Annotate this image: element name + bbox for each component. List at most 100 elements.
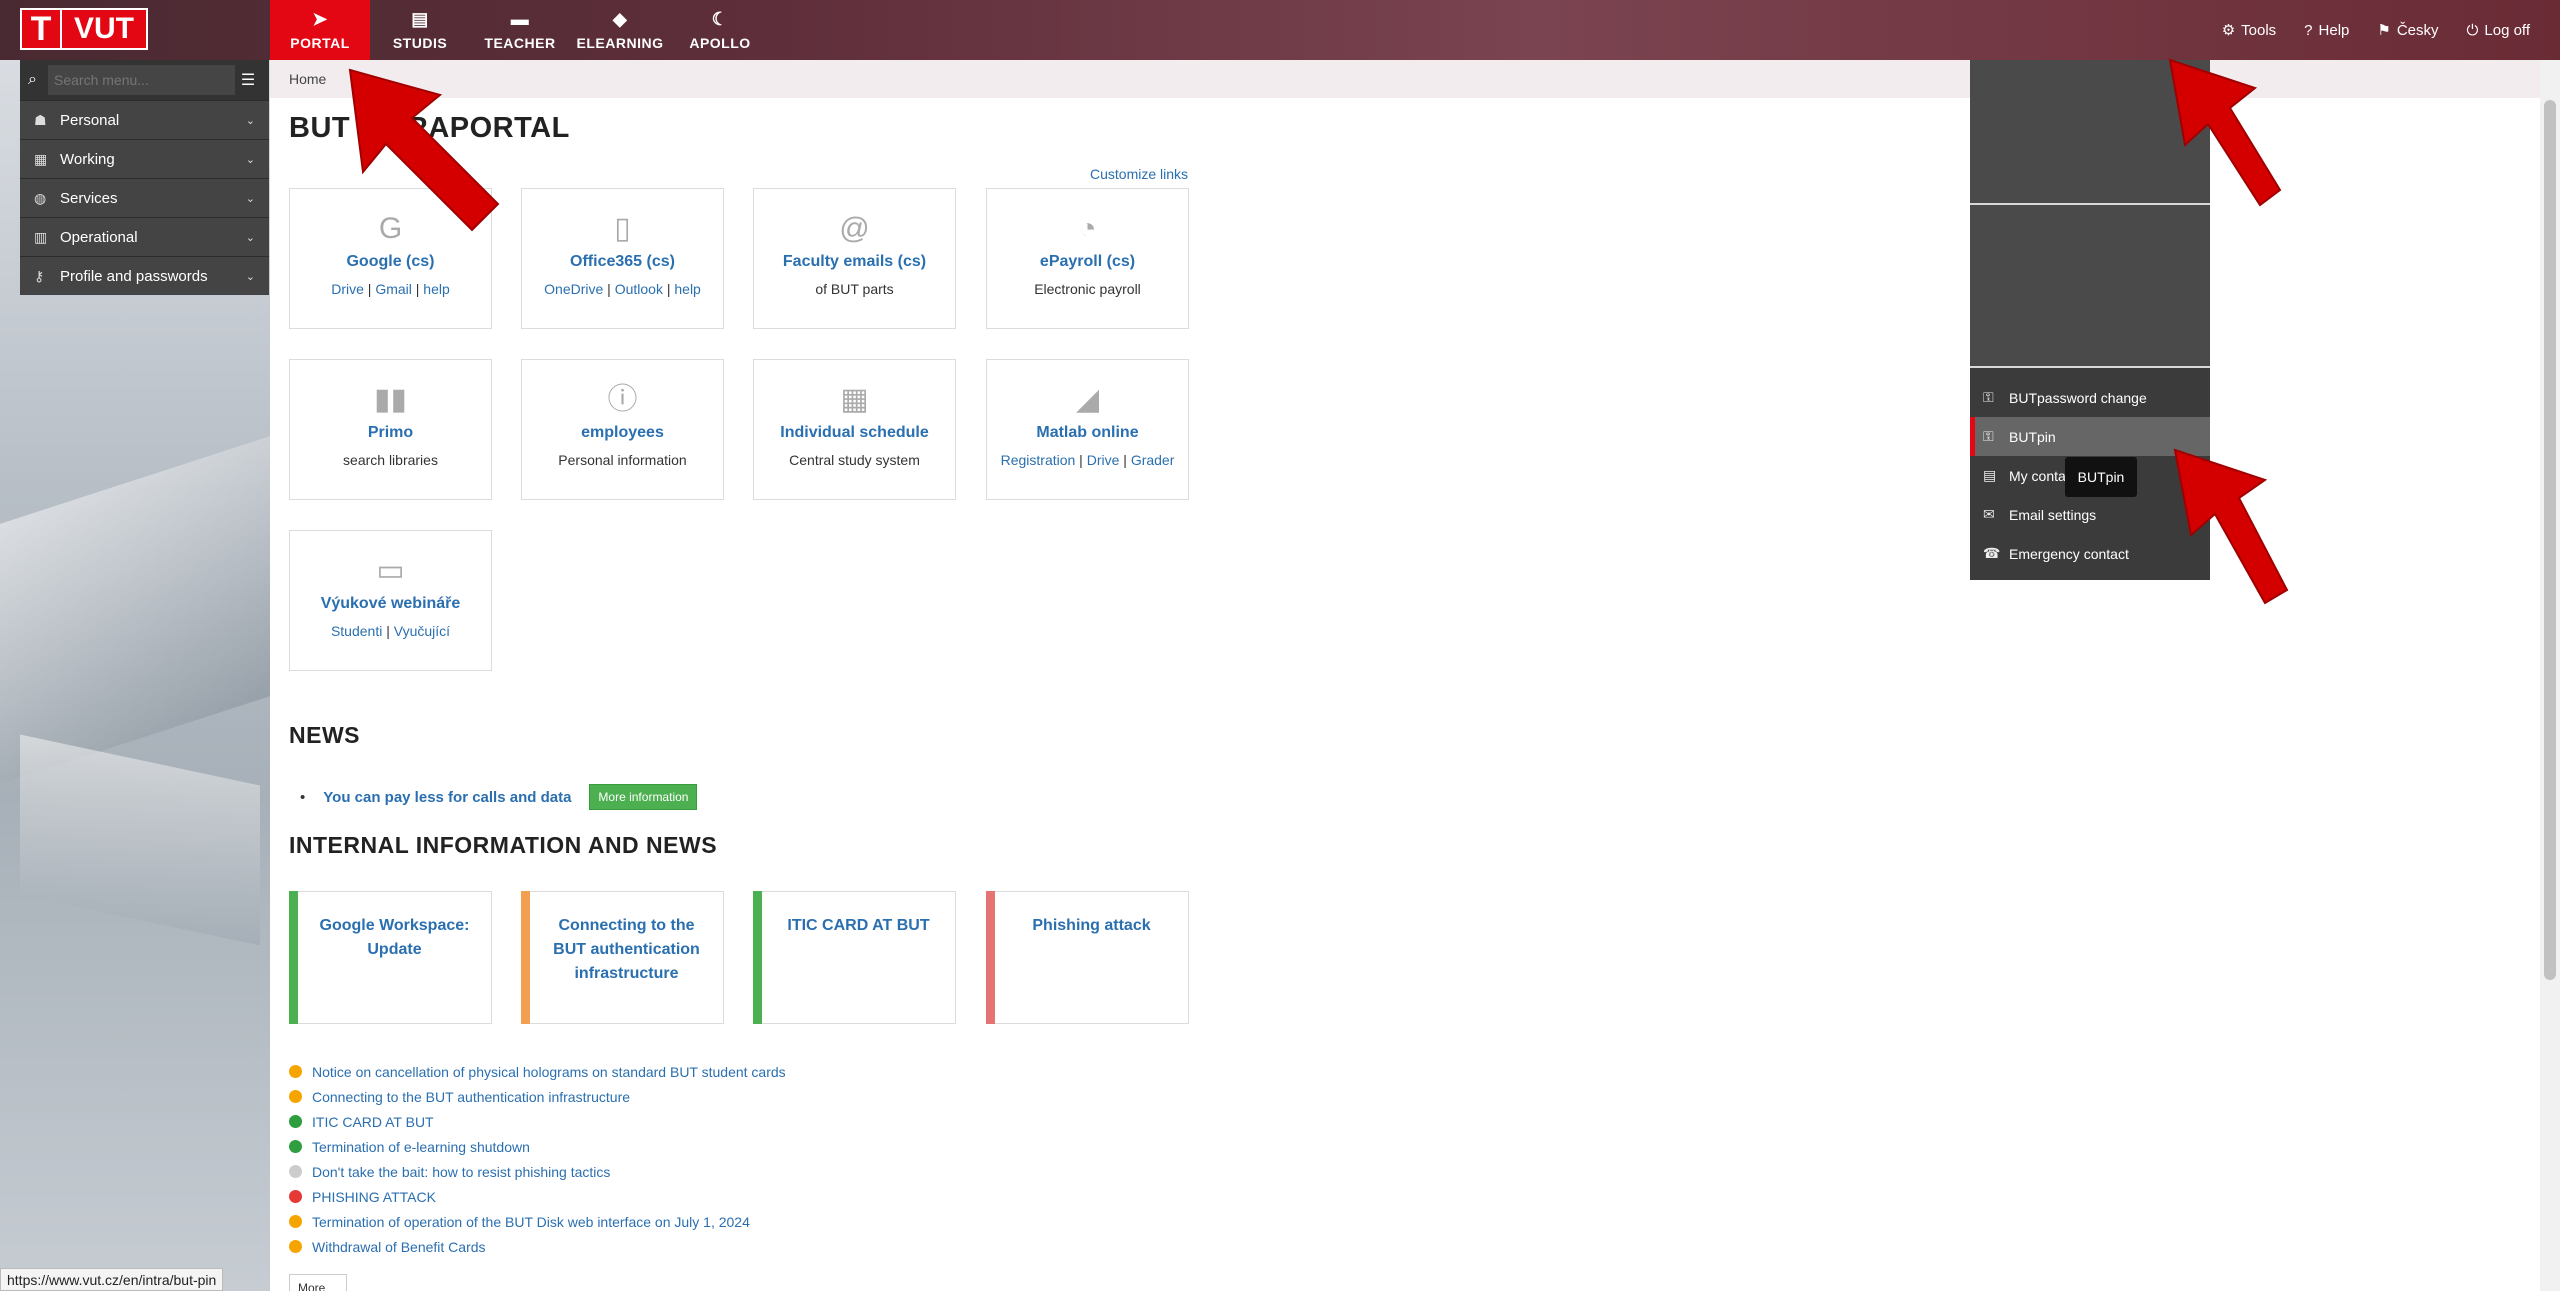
list-item[interactable]: Termination of e-learning shutdown	[289, 1134, 786, 1159]
tile-link-help[interactable]: help	[423, 281, 449, 297]
contact-card-icon: ▤	[1983, 467, 1997, 483]
dropdown-item-label: Emergency contact	[2009, 545, 2129, 562]
customize-links[interactable]: Customize links	[1090, 166, 1188, 182]
internal-news-list: Notice on cancellation of physical holog…	[289, 1059, 786, 1259]
card-title[interactable]: Phishing attack	[1032, 914, 1150, 1023]
list-item-text[interactable]: Connecting to the BUT authentication inf…	[312, 1089, 630, 1105]
status-url: https://www.vut.cz/en/intra/but-pin	[0, 1268, 224, 1291]
tile-link-help[interactable]: help	[674, 281, 700, 297]
tile-matlab[interactable]: ◢ Matlab online Registration | Drive | G…	[986, 359, 1189, 500]
tile-link-gmail[interactable]: Gmail	[375, 281, 412, 297]
tile-individual-schedule[interactable]: ▦ Individual schedule Central study syst…	[753, 359, 956, 500]
list-item[interactable]: Notice on cancellation of physical holog…	[289, 1059, 786, 1084]
logoff-button[interactable]: ⏻ Log off	[2467, 22, 2530, 39]
list-item[interactable]: Withdrawal of Benefit Cards	[289, 1234, 786, 1259]
menu-toggle-icon[interactable]: ☰	[235, 70, 261, 90]
office-icon: ▯	[614, 212, 631, 245]
nav-elearning[interactable]: ◆ ELEARNING	[570, 0, 670, 60]
list-item[interactable]: ITIC CARD AT BUT	[289, 1109, 786, 1134]
tile-link-drive[interactable]: Drive	[1087, 452, 1120, 468]
tile-title[interactable]: Google (cs)	[290, 253, 491, 271]
question-icon: ?	[2304, 21, 2313, 39]
list-item-text[interactable]: PHISHING ATTACK	[312, 1189, 436, 1205]
matlab-icon: ◢	[1075, 383, 1100, 416]
card-itic[interactable]: ITIC CARD AT BUT	[753, 891, 956, 1024]
tile-link-vyucujici[interactable]: Vyučující	[394, 623, 450, 639]
tile-title[interactable]: Faculty emails (cs)	[754, 253, 955, 271]
sidebar-item-working[interactable]: ▦ Working ⌄	[20, 139, 269, 178]
dropdown-item-password-change[interactable]: ⚿ BUTpassword change	[1970, 378, 2210, 417]
tile-link-onedrive[interactable]: OneDrive	[544, 281, 603, 297]
tile-link-registration[interactable]: Registration	[1001, 452, 1076, 468]
card-authentication[interactable]: Connecting to the BUT authentication inf…	[521, 891, 724, 1024]
tile-links: Registration | Drive | Grader	[1000, 452, 1175, 468]
envelope-icon: ✉	[1983, 506, 1995, 522]
sidebar-item-label: Profile and passwords	[60, 267, 208, 285]
tile-faculty-emails[interactable]: @ Faculty emails (cs) of BUT parts	[753, 188, 956, 329]
breadcrumb-home[interactable]: Home	[289, 71, 326, 87]
building-shape	[0, 436, 270, 784]
nav-studis[interactable]: ▤ STUDIS	[370, 0, 470, 60]
list-item[interactable]: Don't take the bait: how to resist phish…	[289, 1159, 786, 1184]
card-title[interactable]: ITIC CARD AT BUT	[787, 914, 929, 1023]
sidebar-item-personal[interactable]: ☗ Personal ⌄	[20, 100, 269, 139]
vut-logo[interactable]: T VUT	[20, 8, 148, 50]
help-button[interactable]: ? Help	[2304, 22, 2349, 39]
sidebar-item-profile[interactable]: ⚷ Profile and passwords ⌄	[20, 256, 269, 295]
list-item-text[interactable]: Don't take the bait: how to resist phish…	[312, 1164, 610, 1180]
list-item-text[interactable]: Termination of operation of the BUT Disk…	[312, 1214, 750, 1230]
globe-icon: ◍	[34, 189, 47, 206]
tile-employees[interactable]: ⓘ employees Personal information	[521, 359, 724, 500]
news-link[interactable]: You can pay less for calls and data	[323, 789, 571, 806]
tile-title[interactable]: Matlab online	[987, 424, 1188, 442]
card-google-workspace[interactable]: Google Workspace: Update	[289, 891, 492, 1024]
sidebar-item-services[interactable]: ◍ Services ⌄	[20, 178, 269, 217]
search-input[interactable]	[48, 65, 235, 95]
more-information-button[interactable]: More information	[589, 784, 698, 810]
card-title[interactable]: Google Workspace: Update	[310, 914, 479, 1023]
language-button[interactable]: ⚑ Česky	[2377, 21, 2438, 40]
tile-link-drive[interactable]: Drive	[331, 281, 364, 297]
tooltip: BUTpin	[2065, 457, 2137, 497]
sidebar-item-operational[interactable]: ▥ Operational ⌄	[20, 217, 269, 256]
list-item[interactable]: Termination of operation of the BUT Disk…	[289, 1209, 786, 1234]
list-item-text[interactable]: Withdrawal of Benefit Cards	[312, 1239, 486, 1255]
nav-apollo[interactable]: ☾ APOLLO	[670, 0, 770, 60]
tile-title[interactable]: Individual schedule	[754, 424, 955, 442]
card-title[interactable]: Connecting to the BUT authentication inf…	[542, 914, 711, 1023]
card-phishing[interactable]: Phishing attack	[986, 891, 1189, 1024]
tile-title[interactable]: ePayroll (cs)	[987, 253, 1188, 271]
more-button[interactable]: More	[289, 1274, 347, 1291]
tile-title[interactable]: Office365 (cs)	[522, 253, 723, 271]
nav-portal[interactable]: ➤ PORTAL	[270, 0, 370, 60]
nav-label: ELEARNING	[576, 35, 664, 51]
tile-link-studenti[interactable]: Studenti	[331, 623, 382, 639]
news-item: • You can pay less for calls and data Mo…	[300, 784, 698, 810]
tile-epayroll[interactable]: ◔ ePayroll (cs) Electronic payroll	[986, 188, 1189, 329]
page-scrollbar[interactable]	[2540, 60, 2560, 1291]
tile-office365[interactable]: ▯ Office365 (cs) OneDrive | Outlook | he…	[521, 188, 724, 329]
list-item-text[interactable]: ITIC CARD AT BUT	[312, 1114, 434, 1130]
tile-link-outlook[interactable]: Outlook	[615, 281, 663, 297]
logo-letter: T	[20, 8, 62, 50]
tile-webinars[interactable]: ▭ Výukové webináře Studenti | Vyučující	[289, 530, 492, 671]
list-item[interactable]: Connecting to the BUT authentication inf…	[289, 1084, 786, 1109]
tile-title[interactable]: Primo	[290, 424, 491, 442]
tile-link-grader[interactable]: Grader	[1131, 452, 1175, 468]
list-item-text[interactable]: Notice on cancellation of physical holog…	[312, 1064, 786, 1080]
scrollbar-thumb[interactable]	[2544, 100, 2556, 980]
annotation-arrow-icon	[2168, 58, 2282, 207]
tile-title[interactable]: employees	[522, 424, 723, 442]
menu-search: ⌕ ☰	[20, 60, 269, 100]
tile-primo[interactable]: ▮▮ Primo search libraries	[289, 359, 492, 500]
bullet-icon: •	[300, 788, 306, 806]
list-item[interactable]: PHISHING ATTACK	[289, 1184, 786, 1209]
status-dot	[289, 1165, 302, 1178]
chevron-down-icon: ⌄	[245, 270, 255, 283]
list-item-text[interactable]: Termination of e-learning shutdown	[312, 1139, 530, 1155]
nav-teacher[interactable]: ▬ TEACHER	[470, 0, 570, 60]
nav-label: PORTAL	[290, 35, 350, 51]
tools-button[interactable]: ⚙ Tools	[2222, 21, 2276, 40]
sidebar-item-label: Working	[60, 150, 115, 168]
tile-title[interactable]: Výukové webináře	[290, 595, 491, 613]
